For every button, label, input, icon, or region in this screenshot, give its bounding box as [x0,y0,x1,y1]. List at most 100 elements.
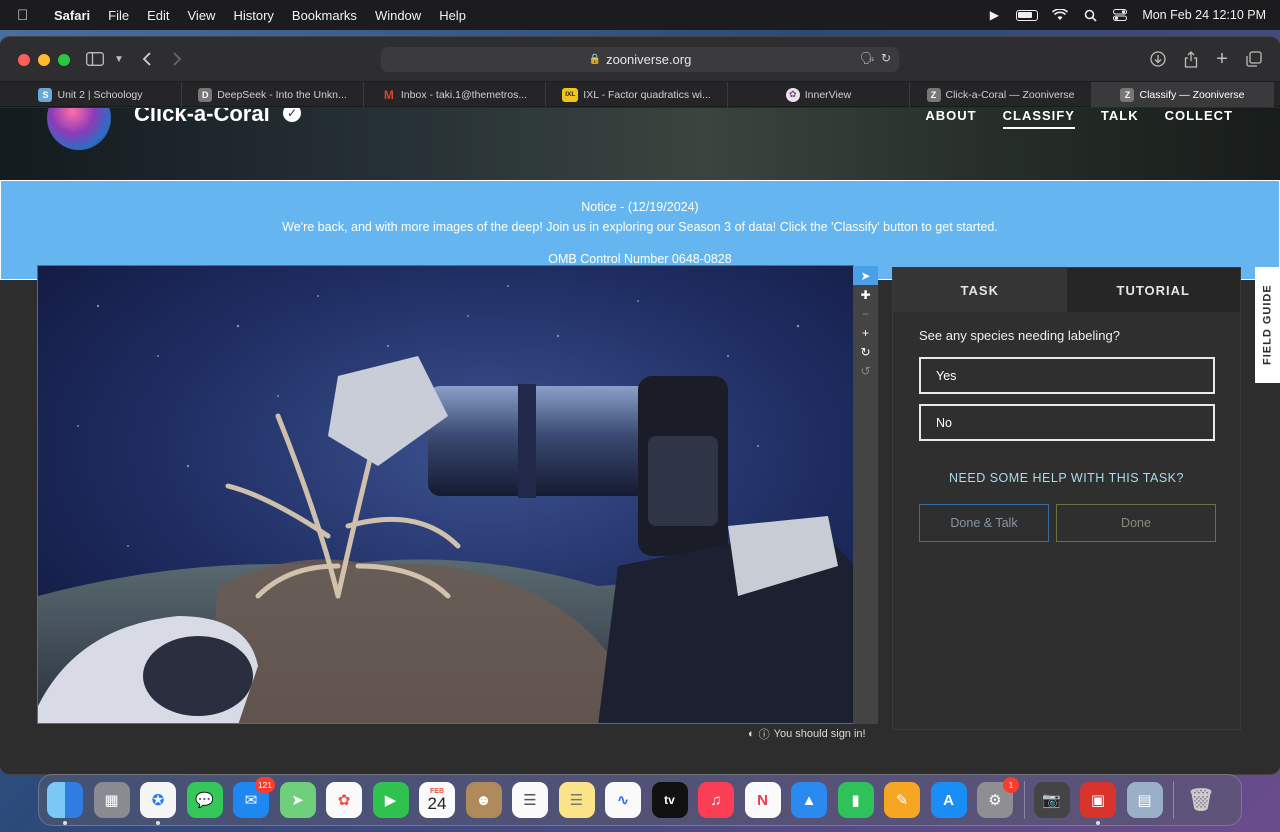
info-icon[interactable]: ⓘ [759,726,770,742]
reset-icon[interactable]: ↺ [853,361,878,380]
tab-tutorial[interactable]: TUTORIAL [1066,268,1240,312]
translate-icon[interactable]: 🗣 [860,51,875,65]
project-title[interactable]: Click-a-Coral [134,108,270,127]
menu-view[interactable]: View [179,8,225,23]
field-guide-button[interactable]: FIELD GUIDE [1255,267,1280,383]
menu-file[interactable]: File [99,8,138,23]
tab-label: Click-a-Coral — Zooniverse [945,88,1075,101]
pages-icon[interactable]: ✎ [884,782,920,818]
safari-icon[interactable]: ✪ [140,782,176,825]
menu-history[interactable]: History [224,8,282,23]
control-center-icon[interactable] [1112,8,1128,22]
menu-help[interactable]: Help [430,8,475,23]
address-bar[interactable]: 🔒 zooniverse.org 🗣 ↻ [381,47,899,72]
chevron-down-icon[interactable]: ▼ [108,48,130,70]
pan-tool-icon[interactable]: ✚ [853,285,878,304]
tab-deepseek[interactable]: D DeepSeek - Into the Unkn... [182,82,364,107]
system-settings-icon[interactable]: ⚙ 1 [977,777,1019,818]
preview-icon[interactable]: ▤ [1126,782,1163,818]
messages-icon[interactable]: 💬 [186,782,223,818]
battery-icon[interactable] [1016,9,1039,21]
sign-in-text[interactable]: You should sign in! [774,728,866,740]
url-text: zooniverse.org [606,52,692,67]
minimize-window-button[interactable] [38,54,50,66]
rotate-icon[interactable]: ↻ [853,342,878,361]
menu-edit[interactable]: Edit [138,8,178,23]
menu-clock[interactable]: Mon Feb 24 12:10 PM [1142,8,1266,22]
reminders-icon[interactable]: ☰ [512,782,548,818]
answer-yes-button[interactable]: Yes [919,357,1215,394]
menu-bar:  Safari File Edit View History Bookmark… [0,0,1280,30]
gmail-icon: M [383,87,394,102]
notes-icon[interactable]: ☰ [558,782,595,818]
calendar-icon[interactable]: FEB 24 [419,782,455,818]
tab-task[interactable]: TASK [893,268,1067,312]
facetime-icon[interactable]: ▶ [372,782,409,818]
news-icon[interactable]: N [744,782,781,818]
maps-icon[interactable]: ➤ [279,782,316,818]
search-icon[interactable] [1082,8,1098,22]
subject-image[interactable] [37,265,854,724]
tab-click-a-coral[interactable]: Z Click-a-Coral — Zooniverse [910,82,1092,107]
nav-talk[interactable]: TALK [1101,108,1139,127]
zoom-window-button[interactable] [58,54,70,66]
new-tab-icon[interactable]: + [1211,48,1233,70]
tab-innerview[interactable]: ✿ InnerView [728,82,910,107]
nav-about[interactable]: ABOUT [925,108,976,127]
wifi-icon[interactable] [1052,8,1069,22]
done-and-talk-button[interactable]: Done & Talk [919,504,1049,542]
task-actions: Done & Talk Done [919,504,1240,542]
help-link[interactable]: NEED SOME HELP WITH THIS TASK? [893,471,1240,485]
menu-window[interactable]: Window [366,8,430,23]
menu-bookmarks[interactable]: Bookmarks [283,8,366,23]
zoom-in-icon[interactable]: + [853,323,878,342]
numbers-icon[interactable]: ▮ [837,782,874,818]
screenshot-icon[interactable]: 📷 [1033,782,1070,818]
finder-icon[interactable] [47,782,83,825]
photos-icon[interactable]: ✿ [326,782,362,818]
tab-schoology[interactable]: S Unit 2 | Schoology [0,82,182,107]
music-icon[interactable]: ♫ [698,782,734,818]
zoom-out-icon[interactable]: − [853,304,878,323]
launchpad-icon[interactable]: ▦ [93,782,130,818]
notice-message: We're back, and with more images of the … [282,220,998,234]
innerview-icon: ✿ [785,87,800,102]
trash-icon[interactable]: 🗑 [1183,782,1219,818]
share-icon[interactable] [1180,48,1202,70]
lock-icon: 🔒 [588,54,602,65]
mail-icon[interactable]: ✉ 121 [233,777,275,818]
contacts-icon[interactable]: ☻ [465,782,502,818]
apple-tv-icon[interactable]: tv [651,782,688,818]
running-indicator [156,821,160,825]
app-store-icon[interactable]: A [930,782,967,818]
sidebar-toggle-icon[interactable] [84,48,106,70]
nav-collect[interactable]: COLLECT [1165,108,1233,127]
photo-booth-icon[interactable]: ▣ [1080,782,1116,825]
contrast-icon[interactable]: ◐ [748,728,755,740]
done-button[interactable]: Done [1056,504,1216,542]
downloads-icon[interactable] [1147,48,1169,70]
pointer-tool-icon[interactable]: ➤ [853,266,878,285]
freeform-icon[interactable]: ∿ [605,782,641,818]
back-icon[interactable] [136,48,158,70]
play-status-icon[interactable]: ▶ [986,8,1002,22]
reload-icon[interactable]: ↻ [881,51,891,65]
keynote-icon[interactable]: ▲ [791,782,827,818]
tab-classify[interactable]: Z Classify — Zooniverse [1092,82,1274,107]
apple-menu-icon[interactable]:  [17,7,33,24]
forward-icon[interactable] [166,48,188,70]
tab-label: Classify — Zooniverse [1139,88,1245,101]
answer-no-button[interactable]: No [919,404,1215,441]
tab-overview-icon[interactable] [1243,48,1265,70]
tab-ixl[interactable]: IXL IXL - Factor quadratics wi... [546,82,728,107]
project-avatar[interactable] [47,108,111,150]
menu-app-name[interactable]: Safari [45,8,99,23]
mail-badge: 121 [254,777,275,793]
nav-classify[interactable]: CLASSIFY [1002,108,1076,129]
close-window-button[interactable] [18,54,30,66]
sign-in-prompt[interactable]: ◐ ⓘ You should sign in! [748,726,866,742]
image-toolbar: ➤ ✚ − + ↻ ↺ [853,266,878,724]
tab-gmail[interactable]: M Inbox - taki.1@themetros... [364,82,546,107]
dock-separator [1023,781,1025,819]
tab-label: Inbox - taki.1@themetros... [400,88,528,101]
